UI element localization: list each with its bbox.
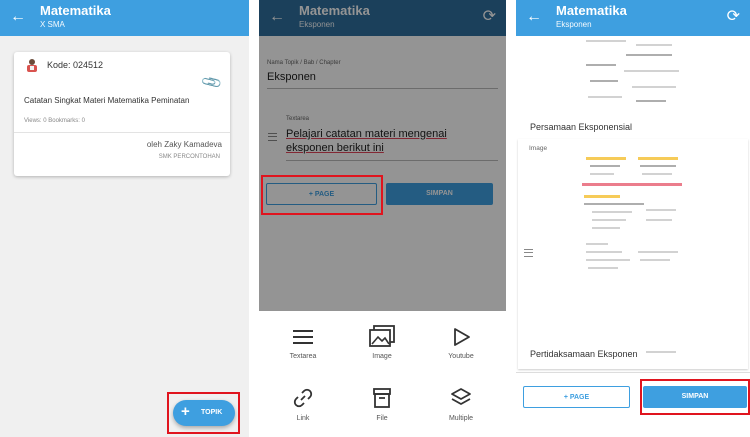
handwriting (592, 219, 626, 221)
note-image (576, 30, 696, 112)
sheet-item-youtube[interactable]: Youtube (426, 327, 496, 360)
drag-handle-icon[interactable] (524, 249, 533, 257)
topic-stats: Views: 0 Bookmarks: 0 (24, 118, 85, 124)
sheet-item-label: File (376, 415, 388, 422)
back-arrow-icon[interactable]: ← (10, 7, 26, 27)
sheet-item-multiple[interactable]: Multiple (426, 387, 496, 422)
plus-icon: + (181, 403, 190, 420)
topic-school: SMK PERCONTOHAN (158, 154, 220, 160)
app-bar: ← Matematika X SMA (0, 0, 249, 36)
sheet-item-label: Image (372, 353, 392, 360)
handwriting (590, 165, 620, 167)
handwriting (592, 227, 620, 229)
handwriting (586, 40, 626, 42)
handwriting (586, 157, 626, 160)
handwriting (640, 165, 676, 167)
handwriting (588, 267, 618, 269)
handwriting (642, 173, 672, 175)
handwriting (646, 351, 676, 353)
layers-icon (451, 388, 471, 405)
app-subtitle: X SMA (40, 20, 65, 29)
sheet-item-label: Textarea (289, 353, 317, 360)
sheet-item-label: Multiple (448, 415, 474, 422)
sheet-item-link[interactable]: Link (268, 387, 338, 422)
topic-list-screen: ← Matematika X SMA Kode: 024512 📎 Catata… (0, 0, 249, 437)
link-icon (293, 388, 313, 408)
app-title: Matematika (556, 3, 627, 18)
handwriting (638, 157, 678, 160)
sheet-item-file[interactable]: File (347, 387, 417, 422)
handwriting (638, 251, 678, 253)
sheet-item-label: Youtube (448, 353, 474, 360)
image-icon (369, 325, 395, 347)
handwriting (626, 54, 672, 56)
sheet-item-image[interactable]: Image (347, 325, 417, 360)
play-icon (454, 328, 470, 346)
topic-card[interactable]: Kode: 024512 📎 Catatan Singkat Materi Ma… (14, 52, 230, 176)
add-page-button[interactable]: + PAGE (523, 386, 630, 408)
app-subtitle: Eksponen (556, 20, 592, 29)
modal-overlay[interactable] (259, 0, 506, 311)
topic-title: Catatan Singkat Materi Matematika Pemina… (24, 96, 190, 105)
handwriting (588, 96, 622, 98)
topic-pages-screen: ← Matematika Eksponen ⟳ Persamaan Ekspon… (516, 0, 750, 437)
app-bar: ← Matematika Eksponen ⟳ (516, 0, 750, 36)
handwriting (584, 195, 620, 198)
page-title: Pertidaksamaan Eksponen (530, 349, 638, 359)
handwriting (636, 44, 672, 46)
handwriting (636, 100, 666, 102)
paperclip-icon: 📎 (199, 70, 223, 94)
add-topic-button[interactable]: + TOPIK (173, 400, 235, 426)
handwriting (624, 70, 679, 72)
divider (516, 372, 750, 373)
divider (14, 132, 230, 133)
topic-editor-screen: ← Matematika Eksponen ⟳ Nama Topik / Bab… (259, 0, 506, 437)
image-field-label: Image (529, 145, 548, 152)
handwriting (590, 80, 618, 82)
save-button[interactable]: SIMPAN (643, 386, 747, 408)
back-arrow-icon[interactable]: ← (526, 7, 542, 27)
handwriting (586, 251, 622, 253)
handwriting (582, 183, 682, 186)
handwriting (586, 259, 630, 261)
handwriting (584, 203, 644, 205)
handwriting (640, 259, 670, 261)
note-image[interactable] (576, 151, 692, 361)
image-page-card: Image (518, 139, 748, 369)
add-topic-label: TOPIK (201, 409, 223, 416)
archive-icon (373, 388, 391, 408)
handwriting (646, 209, 676, 211)
handwriting (586, 243, 608, 245)
handwriting (586, 64, 616, 66)
sheet-item-textarea[interactable]: Textarea (268, 327, 338, 360)
handwriting (646, 219, 672, 221)
avatar-icon (27, 59, 37, 72)
page-title: Persamaan Eksponensial (530, 122, 633, 132)
menu-lines-icon (293, 330, 313, 344)
handwriting (590, 173, 614, 175)
app-title: Matematika (40, 3, 111, 18)
refresh-icon[interactable]: ⟳ (727, 7, 740, 27)
sheet-item-label: Link (296, 415, 310, 422)
handwriting (632, 86, 676, 88)
topic-author: oleh Zaky Kamadeva (146, 140, 222, 149)
add-content-sheet: Textarea Image Youtube Link File Multipl… (259, 311, 506, 437)
handwriting (592, 211, 632, 213)
topic-code: Kode: 024512 (47, 60, 104, 70)
